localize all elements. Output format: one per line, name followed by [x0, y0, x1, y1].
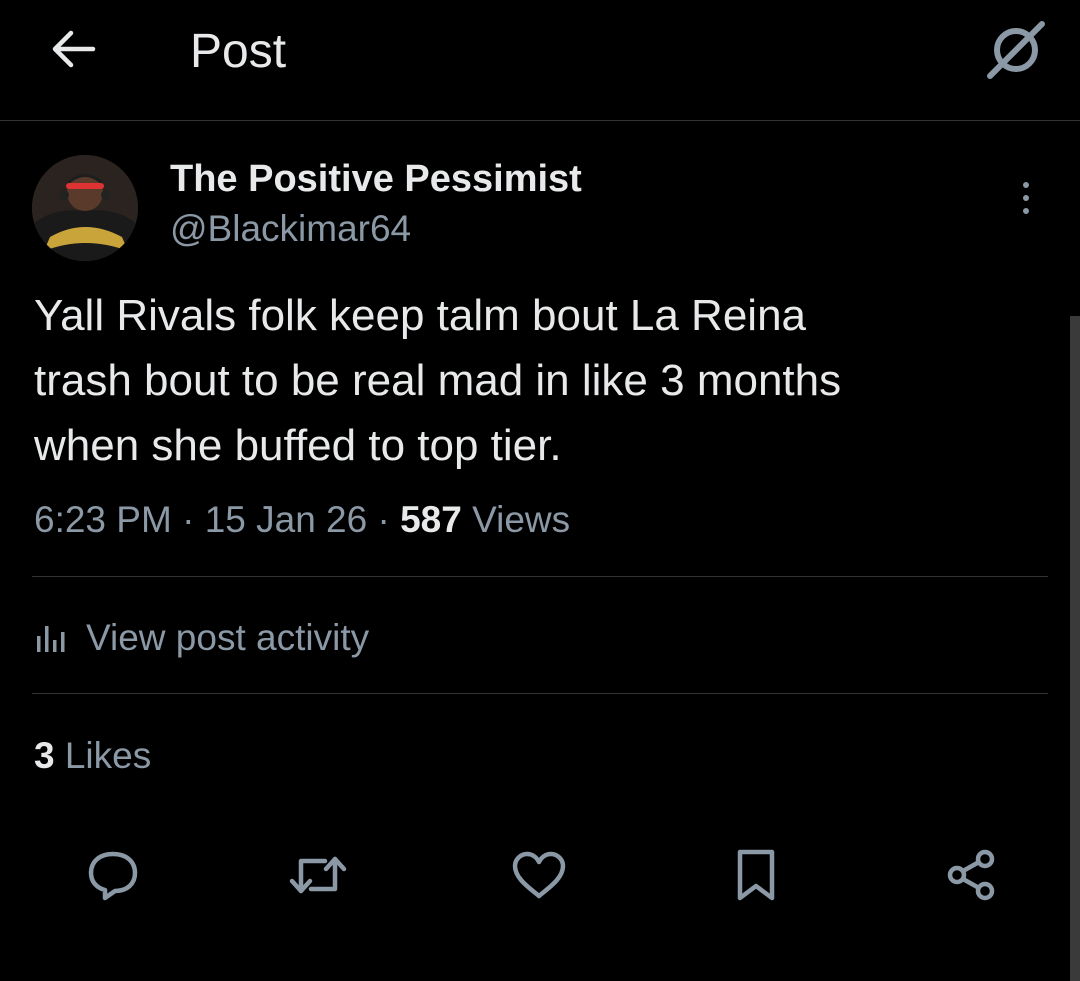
reply-icon: [88, 851, 138, 901]
post-metadata: 6:23 PM · 15 Jan 26 · 587 Views: [34, 495, 570, 545]
repost-icon: [289, 856, 347, 894]
views-count: 587: [400, 499, 462, 540]
post-text: Yall Rivals folk keep talm bout La Reina…: [34, 291, 842, 470]
post-time[interactable]: 6:23 PM: [34, 499, 172, 540]
like-button[interactable]: [504, 840, 574, 910]
views-label: Views: [472, 499, 571, 540]
likes-count: 3: [34, 735, 55, 776]
avatar[interactable]: [32, 155, 138, 261]
divider: [32, 576, 1048, 577]
repost-button[interactable]: [283, 840, 353, 910]
post-date[interactable]: 15 Jan 26: [205, 499, 368, 540]
share-button[interactable]: [936, 840, 1006, 910]
activity-label: View post activity: [86, 617, 370, 658]
bookmark-icon: [737, 849, 775, 901]
meta-separator: ·: [182, 499, 195, 540]
scrollbar[interactable]: [1070, 316, 1080, 981]
avatar-image: [32, 155, 138, 261]
view-post-activity-link[interactable]: View post activity: [34, 612, 369, 664]
author-display-name[interactable]: The Positive Pessimist: [170, 156, 582, 202]
page-title: Post: [190, 25, 287, 78]
likes-label: Likes: [64, 735, 152, 776]
share-icon: [947, 849, 995, 901]
bookmark-button[interactable]: [721, 840, 791, 910]
grok-button[interactable]: [980, 16, 1052, 82]
analytics-icon: [37, 626, 65, 652]
grok-icon: [987, 21, 1045, 79]
top-bar: Post: [0, 0, 1080, 121]
more-dots-icon: [1023, 182, 1029, 188]
more-options-button[interactable]: [1004, 170, 1048, 226]
reply-button[interactable]: [78, 840, 148, 910]
meta-separator: ·: [377, 499, 390, 540]
likes-summary[interactable]: 3 Likes: [34, 730, 151, 782]
author-handle[interactable]: @Blackimar64: [170, 206, 411, 252]
arrow-left-icon: [52, 30, 96, 68]
divider: [32, 693, 1048, 694]
back-button[interactable]: [44, 22, 102, 76]
heart-icon: [512, 851, 566, 899]
